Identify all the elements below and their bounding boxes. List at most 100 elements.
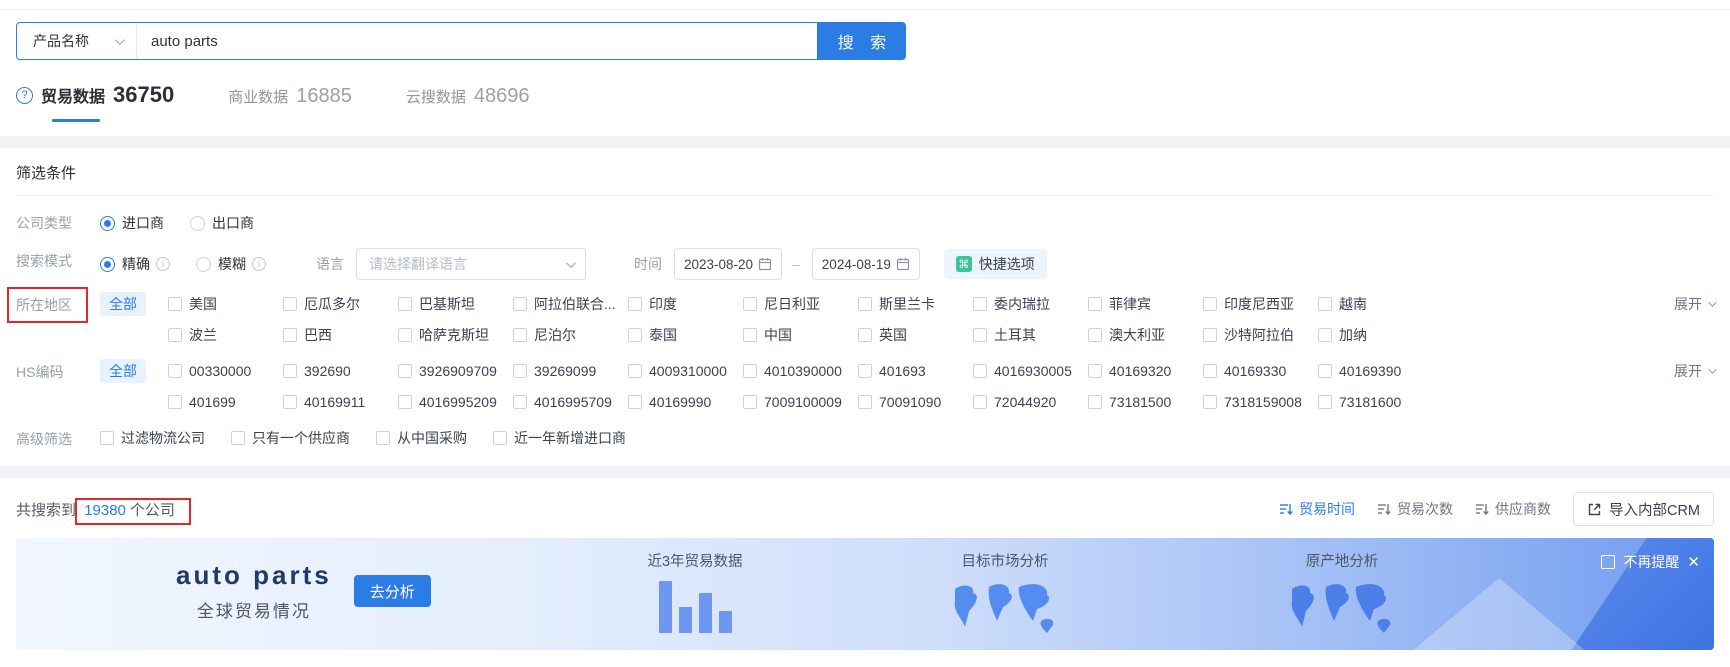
advanced-checkbox[interactable]: 近一年新增进口商 [493, 426, 626, 450]
hs-code-checkbox[interactable]: 401699 [168, 390, 283, 414]
hs-code-checkbox[interactable]: 73181600 [1318, 390, 1433, 414]
hs-code-checkbox[interactable]: 4016930005 [973, 359, 1088, 383]
hs-code-checkbox[interactable]: 40169320 [1088, 359, 1203, 383]
region-checkbox[interactable]: 巴西 [283, 323, 398, 347]
checkbox-icon[interactable] [1318, 328, 1332, 342]
tab-cloud-search-data[interactable]: 云搜数据 48696 [406, 85, 530, 108]
checkbox-icon[interactable] [283, 297, 297, 311]
dismiss-checkbox[interactable] [1601, 555, 1616, 569]
region-checkbox[interactable]: 泰国 [628, 323, 743, 347]
checkbox-icon[interactable] [513, 395, 527, 409]
checkbox-icon[interactable] [628, 297, 642, 311]
advanced-checkbox[interactable]: 过滤物流公司 [100, 426, 205, 450]
checkbox-icon[interactable] [743, 364, 757, 378]
radio-exporter[interactable]: 出口商 [190, 210, 254, 236]
hs-code-checkbox[interactable]: 401693 [858, 359, 973, 383]
region-checkbox[interactable]: 厄瓜多尔 [283, 292, 398, 316]
sort-trade-time[interactable]: 贸易时间 [1279, 499, 1355, 519]
quick-options-button[interactable]: ⌘ 快捷选项 [943, 249, 1047, 279]
hs-code-checkbox[interactable]: 40169990 [628, 390, 743, 414]
hs-code-expand-link[interactable]: 展开 [1674, 361, 1717, 381]
radio-selected-icon[interactable] [100, 215, 115, 231]
checkbox-icon[interactable] [858, 364, 872, 378]
radio-icon[interactable] [196, 256, 211, 272]
checkbox-icon[interactable] [743, 328, 757, 342]
checkbox-icon[interactable] [628, 328, 642, 342]
start-date-picker[interactable]: 2023-08-20 [674, 248, 782, 280]
region-checkbox[interactable]: 沙特阿拉伯 [1203, 323, 1318, 347]
hs-code-checkbox[interactable]: 73181500 [1088, 390, 1203, 414]
checkbox-icon[interactable] [858, 395, 872, 409]
search-button[interactable]: 搜 索 [818, 22, 906, 60]
checkbox-icon[interactable] [1088, 328, 1102, 342]
hs-code-checkbox[interactable]: 40169390 [1318, 359, 1433, 383]
checkbox-icon[interactable] [513, 364, 527, 378]
region-checkbox[interactable]: 菲律宾 [1088, 292, 1203, 316]
region-checkbox[interactable]: 波兰 [168, 323, 283, 347]
hs-code-checkbox[interactable]: 4009310000 [628, 359, 743, 383]
checkbox-icon[interactable] [1318, 297, 1332, 311]
checkbox-icon[interactable] [283, 364, 297, 378]
region-checkbox[interactable]: 哈萨克斯坦 [398, 323, 513, 347]
advanced-checkbox[interactable]: 只有一个供应商 [231, 426, 350, 450]
checkbox-icon[interactable] [513, 297, 527, 311]
hs-code-checkbox[interactable]: 7318159008 [1203, 390, 1318, 414]
region-checkbox[interactable]: 中国 [743, 323, 858, 347]
checkbox-icon[interactable] [1203, 395, 1217, 409]
hs-code-checkbox[interactable]: 4016995709 [513, 390, 628, 414]
hs-code-checkbox[interactable]: 7009100009 [743, 390, 858, 414]
checkbox-icon[interactable] [283, 395, 297, 409]
search-category-select[interactable]: 产品名称 [17, 23, 137, 59]
checkbox-icon[interactable] [398, 297, 412, 311]
radio-selected-icon[interactable] [100, 256, 115, 272]
hs-code-checkbox[interactable]: 392690 [283, 359, 398, 383]
checkbox-icon[interactable] [398, 328, 412, 342]
checkbox-icon[interactable] [743, 395, 757, 409]
sort-trade-count[interactable]: 贸易次数 [1377, 499, 1453, 519]
hs-code-checkbox[interactable]: 4010390000 [743, 359, 858, 383]
checkbox-icon[interactable] [398, 395, 412, 409]
checkbox-icon[interactable] [973, 395, 987, 409]
hs-code-checkbox[interactable]: 39269099 [513, 359, 628, 383]
analyze-button[interactable]: 去分析 [353, 575, 431, 607]
checkbox-icon[interactable] [1203, 328, 1217, 342]
checkbox-icon[interactable] [973, 328, 987, 342]
radio-exact[interactable]: 精确 i [100, 251, 170, 277]
checkbox-icon[interactable] [231, 431, 245, 445]
help-icon[interactable]: ? [16, 86, 33, 104]
advanced-checkbox[interactable]: 从中国采购 [376, 426, 467, 450]
radio-importer[interactable]: 进口商 [100, 210, 164, 236]
checkbox-icon[interactable] [513, 328, 527, 342]
region-expand-link[interactable]: 展开 [1674, 294, 1717, 314]
checkbox-icon[interactable] [628, 395, 642, 409]
checkbox-icon[interactable] [283, 328, 297, 342]
checkbox-icon[interactable] [743, 297, 757, 311]
hs-code-checkbox[interactable]: 70091090 [858, 390, 973, 414]
checkbox-icon[interactable] [168, 328, 182, 342]
region-checkbox[interactable]: 英国 [858, 323, 973, 347]
language-select[interactable]: 请选择翻译语言 [356, 248, 586, 280]
checkbox-icon[interactable] [858, 297, 872, 311]
checkbox-icon[interactable] [168, 395, 182, 409]
info-icon[interactable]: i [252, 257, 266, 271]
checkbox-icon[interactable] [100, 431, 114, 445]
checkbox-icon[interactable] [168, 364, 182, 378]
hs-code-checkbox[interactable]: 72044920 [973, 390, 1088, 414]
region-checkbox[interactable]: 美国 [168, 292, 283, 316]
region-checkbox[interactable]: 尼泊尔 [513, 323, 628, 347]
region-checkbox[interactable]: 越南 [1318, 292, 1433, 316]
close-icon[interactable]: ✕ [1687, 555, 1700, 570]
radio-fuzzy[interactable]: 模糊 i [196, 251, 266, 277]
checkbox-icon[interactable] [168, 297, 182, 311]
checkbox-icon[interactable] [1203, 297, 1217, 311]
checkbox-icon[interactable] [1088, 364, 1102, 378]
checkbox-icon[interactable] [398, 364, 412, 378]
checkbox-icon[interactable] [376, 431, 390, 445]
checkbox-icon[interactable] [628, 364, 642, 378]
import-crm-button[interactable]: 导入内部CRM [1572, 492, 1714, 526]
region-checkbox[interactable]: 印度尼西亚 [1203, 292, 1318, 316]
sort-supplier-count[interactable]: 供应商数 [1475, 499, 1551, 519]
region-checkbox[interactable]: 土耳其 [973, 323, 1088, 347]
search-input[interactable] [137, 23, 817, 59]
hs-code-checkbox[interactable]: 3926909709 [398, 359, 513, 383]
